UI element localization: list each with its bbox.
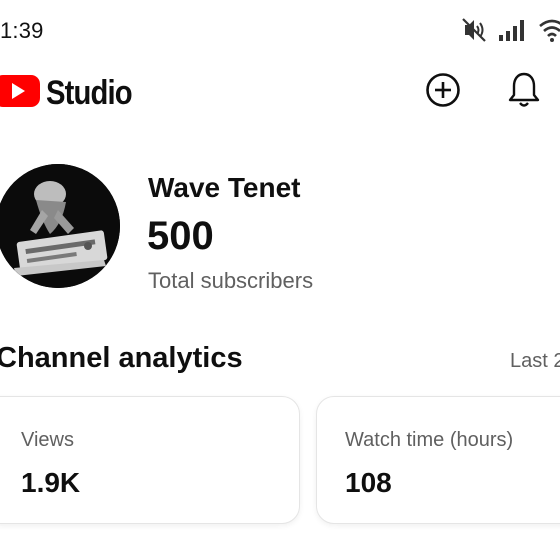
analytics-title: Channel analytics (0, 342, 243, 374)
mute-icon (460, 17, 488, 43)
subscriber-count: 500 (147, 214, 214, 258)
app-header: Studio (0, 60, 560, 124)
watch-time-label: Watch time (hours) (345, 429, 514, 451)
wifi-icon (538, 18, 560, 42)
signal-icon (498, 19, 528, 41)
period-selector[interactable]: Last 2 (510, 350, 560, 373)
views-label: Views (21, 429, 74, 451)
studio-logo[interactable]: Studio (0, 74, 146, 113)
bell-icon (508, 71, 540, 114)
watch-time-card[interactable]: Watch time (hours) 108 (316, 396, 560, 524)
youtube-play-icon (0, 74, 40, 113)
channel-avatar[interactable] (0, 164, 120, 288)
views-value: 1.9K (21, 467, 81, 498)
brand-name: Studio (46, 74, 133, 112)
create-button[interactable] (421, 70, 465, 114)
views-card[interactable]: Views 1.9K (0, 396, 300, 524)
status-icons (460, 16, 560, 44)
watch-time-value: 108 (345, 467, 392, 498)
status-time: 1:39 (0, 18, 44, 43)
status-bar: 1:39 (0, 0, 560, 60)
subscriber-label: Total subscribers (148, 268, 314, 293)
channel-name: Wave Tenet (148, 172, 301, 203)
notifications-button[interactable] (502, 70, 546, 114)
create-icon (425, 72, 461, 113)
